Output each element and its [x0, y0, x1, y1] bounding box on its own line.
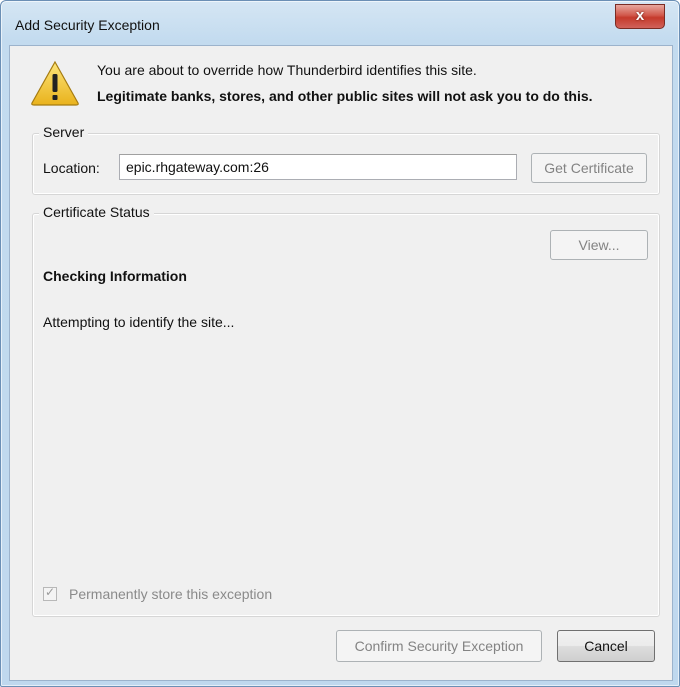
get-certificate-button[interactable]: Get Certificate [531, 153, 647, 183]
dialog-window: Add Security Exception x You are about t… [0, 0, 680, 687]
cancel-button[interactable]: Cancel [557, 630, 655, 662]
permanently-store-checkbox[interactable]: ✓ [43, 585, 57, 601]
close-icon: x [635, 7, 645, 24]
view-label: View... [578, 237, 620, 253]
location-label: Location: [43, 160, 100, 176]
status-heading: Checking Information [43, 268, 187, 284]
view-button[interactable]: View... [550, 230, 648, 260]
warning-emphasis: Legitimate banks, stores, and other publ… [97, 88, 593, 104]
status-message: Attempting to identify the site... [43, 314, 235, 330]
certificate-status-label: Certificate Status [39, 204, 154, 220]
title-bar[interactable]: Add Security Exception x [1, 1, 679, 47]
cancel-label: Cancel [584, 638, 628, 654]
warning-message: You are about to override how Thunderbir… [97, 62, 477, 78]
server-group-label: Server [39, 124, 89, 140]
confirm-label: Confirm Security Exception [354, 638, 524, 654]
window-title: Add Security Exception [15, 17, 160, 33]
server-group: Server Location: Get Certificate [32, 124, 660, 195]
get-certificate-label: Get Certificate [544, 160, 634, 176]
dialog-body: You are about to override how Thunderbir… [9, 45, 673, 681]
permanently-store-label: Permanently store this exception [69, 586, 273, 602]
warning-triangle-icon [31, 60, 79, 106]
location-input[interactable] [119, 154, 517, 180]
close-button[interactable]: x [615, 4, 665, 29]
checkmark-icon: ✓ [45, 585, 56, 599]
certificate-status-group: Certificate Status View... Checking Info… [32, 204, 660, 617]
confirm-security-exception-button[interactable]: Confirm Security Exception [336, 630, 542, 662]
